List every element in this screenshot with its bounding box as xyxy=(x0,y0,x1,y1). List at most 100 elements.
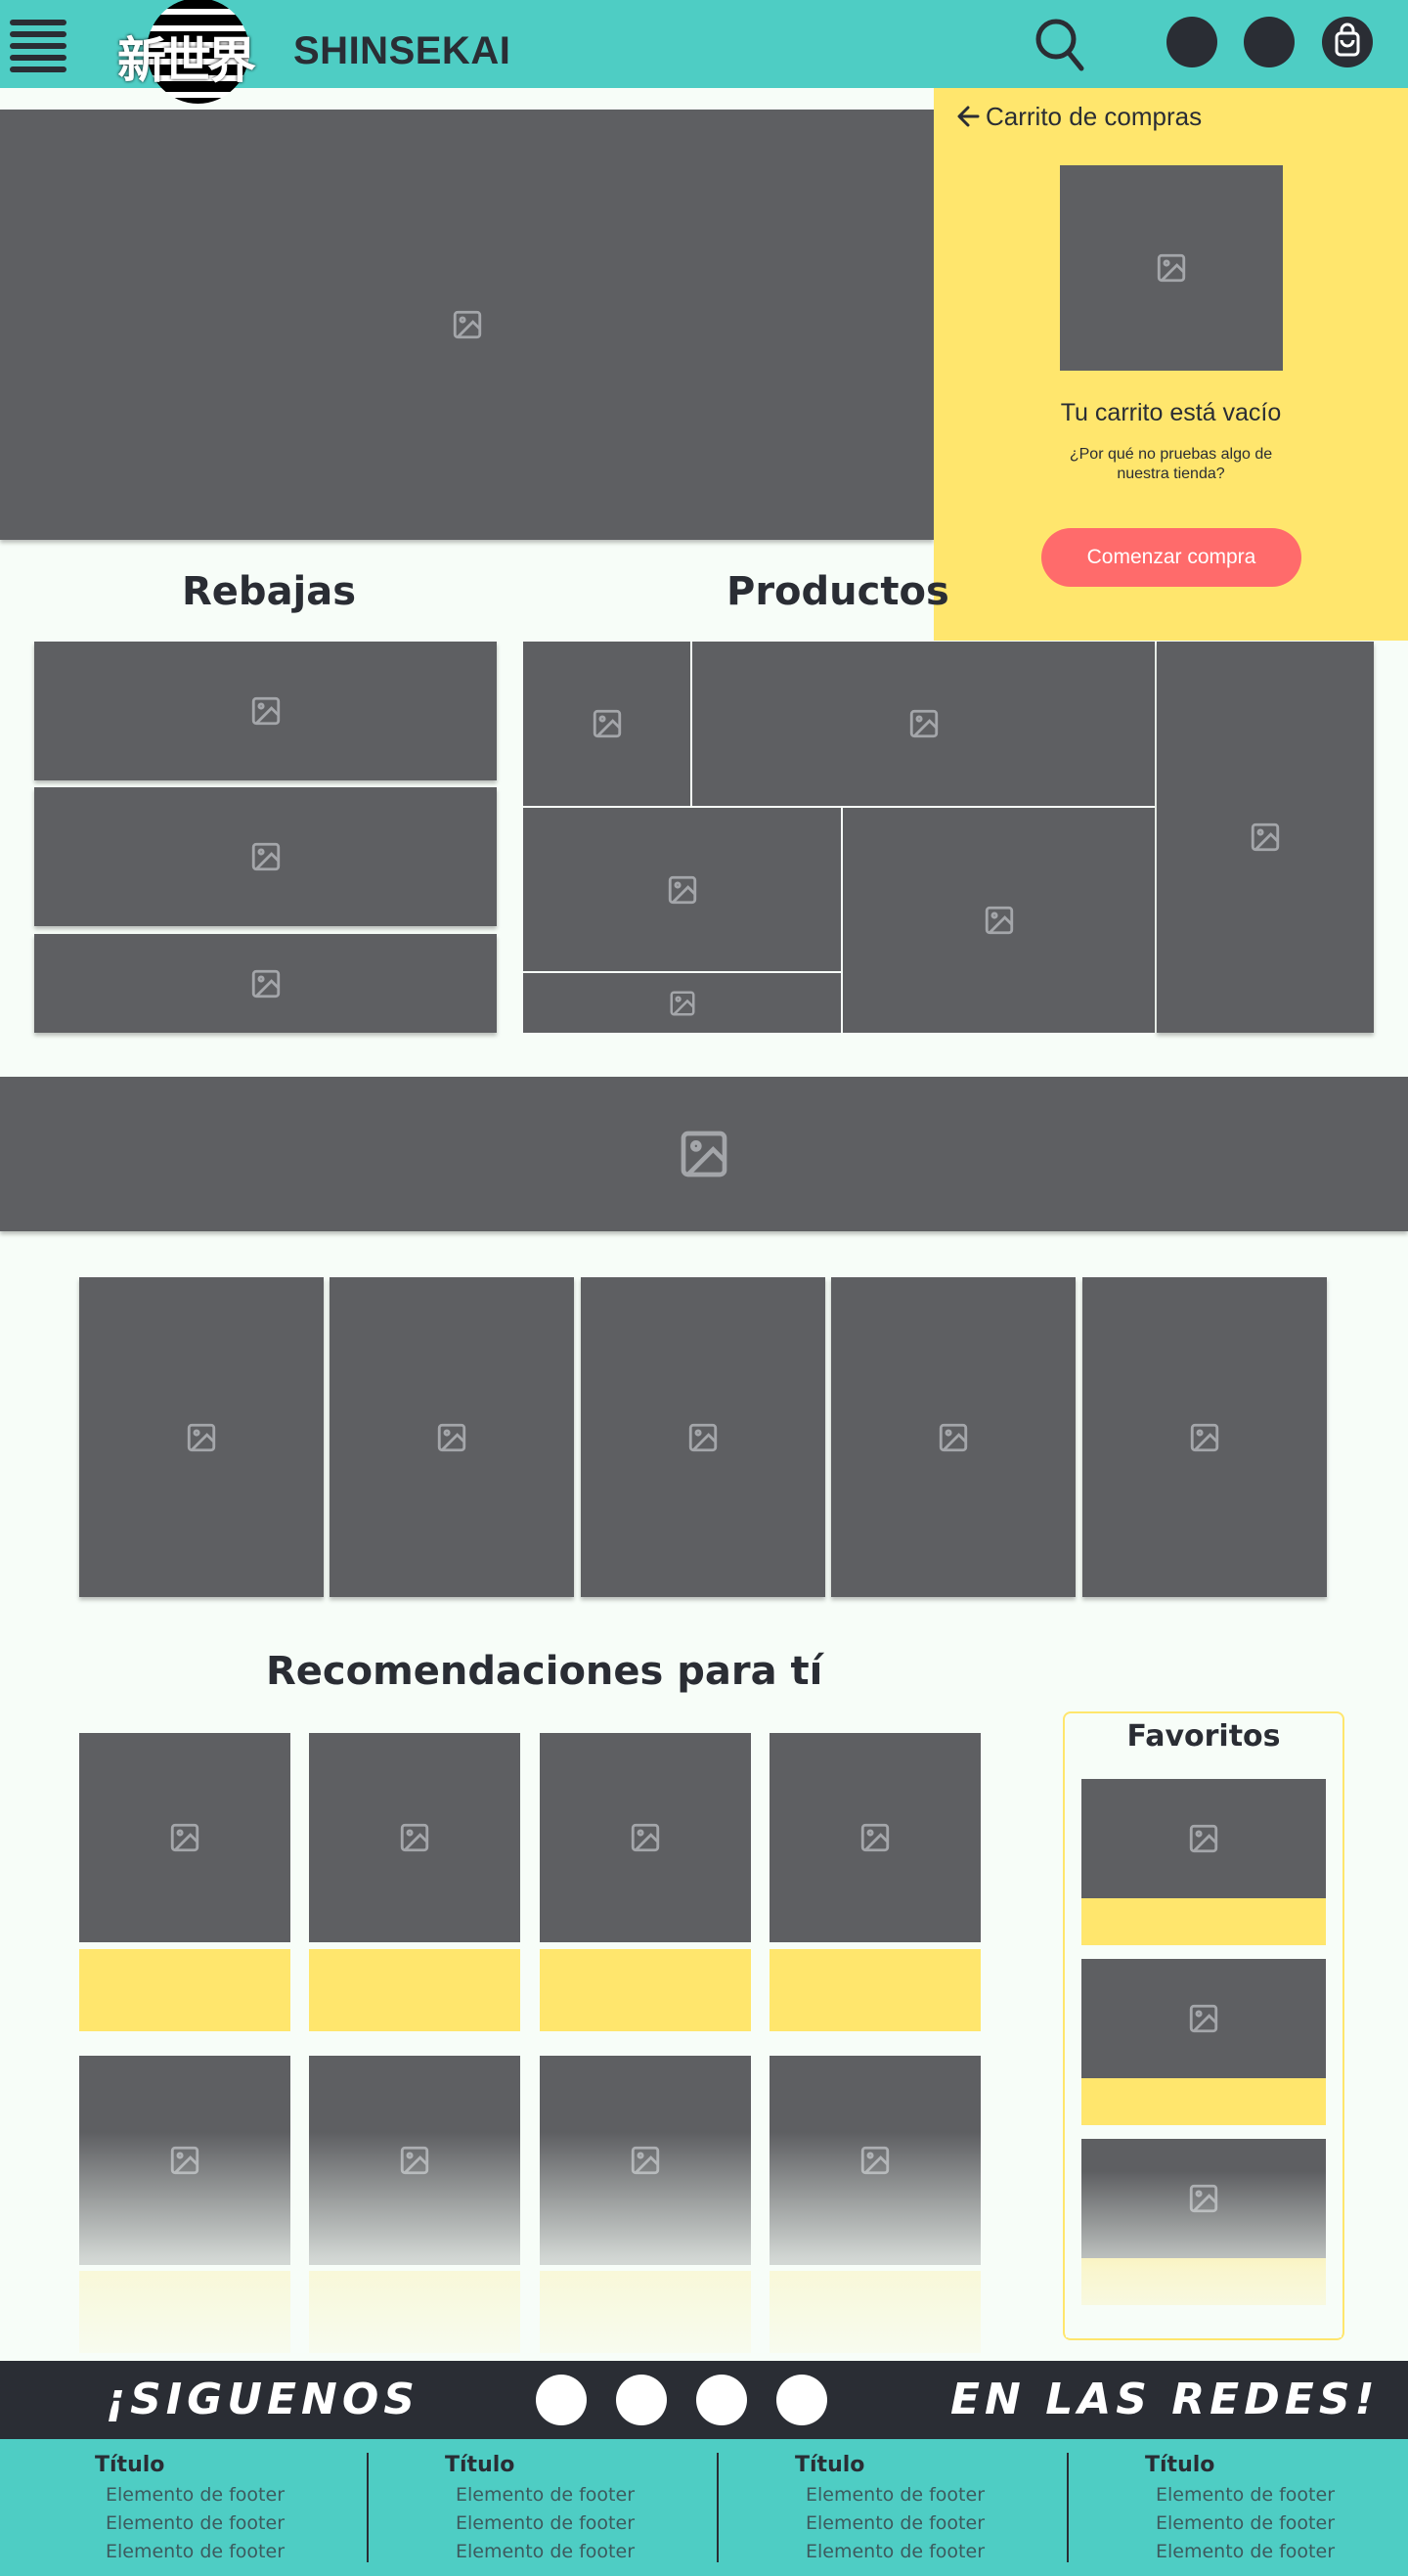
empty-cart-image xyxy=(1060,165,1283,371)
image-icon xyxy=(437,1423,466,1451)
footer-link[interactable]: Elemento de footer xyxy=(806,2541,985,2562)
recommendation-info[interactable] xyxy=(309,1949,520,2031)
category-card[interactable] xyxy=(1082,1277,1327,1597)
recommendation-card[interactable] xyxy=(309,1733,520,1942)
image-icon xyxy=(681,1131,727,1177)
footer-divider xyxy=(717,2453,719,2562)
cart-empty-title: Tu carrito está vacío xyxy=(1060,399,1282,426)
category-card[interactable] xyxy=(831,1277,1076,1597)
social-icon[interactable] xyxy=(616,2375,667,2425)
social-icon[interactable] xyxy=(536,2375,587,2425)
recommendation-card[interactable] xyxy=(770,1733,981,1942)
image-icon xyxy=(251,696,280,726)
recommendation-info[interactable] xyxy=(540,2271,751,2353)
recommendation-info[interactable] xyxy=(79,1949,290,2031)
image-icon xyxy=(251,969,280,998)
recommendation-card[interactable] xyxy=(540,1733,751,1942)
footer-link[interactable]: Elemento de footer xyxy=(1156,2484,1335,2506)
recommendation-info[interactable] xyxy=(770,1949,981,2031)
category-card[interactable] xyxy=(330,1277,574,1597)
recommendation-card[interactable] xyxy=(540,2056,751,2265)
category-card[interactable] xyxy=(79,1277,324,1597)
image-icon xyxy=(1189,1824,1218,1853)
image-icon xyxy=(860,1823,890,1852)
footer-column-title: Título xyxy=(445,2453,515,2477)
recommendations-title: Recomendaciones para tí xyxy=(266,1649,823,1694)
products-title: Productos xyxy=(726,569,949,614)
product-tile[interactable] xyxy=(523,808,841,971)
image-icon xyxy=(170,1823,199,1852)
favorite-info[interactable] xyxy=(1081,2078,1326,2125)
footer-link[interactable]: Elemento de footer xyxy=(806,2484,985,2506)
search-icon[interactable] xyxy=(1034,16,1085,72)
footer-column-title: Título xyxy=(1145,2453,1215,2477)
menu-icon[interactable] xyxy=(10,20,66,74)
logo-text: 新世界 xyxy=(117,32,256,89)
footer-link[interactable]: Elemento de footer xyxy=(1156,2512,1335,2534)
social-icon[interactable] xyxy=(776,2375,827,2425)
promo-banner[interactable] xyxy=(0,1077,1408,1231)
footer-link[interactable]: Elemento de footer xyxy=(106,2484,285,2506)
image-icon xyxy=(1157,253,1186,283)
favorite-info[interactable] xyxy=(1081,1898,1326,1945)
start-shopping-button[interactable]: Comenzar compra xyxy=(1041,528,1301,587)
footer-link[interactable]: Elemento de footer xyxy=(106,2512,285,2534)
image-icon xyxy=(400,1823,429,1852)
product-tile[interactable] xyxy=(523,642,690,806)
image-icon xyxy=(1189,2184,1218,2213)
product-tile[interactable] xyxy=(523,973,841,1033)
image-icon xyxy=(668,875,696,904)
footer-divider xyxy=(1067,2453,1069,2562)
sale-card[interactable] xyxy=(34,642,497,780)
image-icon xyxy=(1251,822,1280,852)
recommendation-card[interactable] xyxy=(79,1733,290,1942)
footer-column-title: Título xyxy=(795,2453,865,2477)
image-icon xyxy=(909,709,938,738)
favorite-card[interactable] xyxy=(1081,1779,1326,1898)
favorite-card[interactable] xyxy=(1081,2139,1326,2258)
recommendation-card[interactable] xyxy=(79,2056,290,2265)
follow-left-text: ¡SIGUENOS xyxy=(106,2375,419,2424)
social-icon[interactable] xyxy=(696,2375,747,2425)
recommendation-info[interactable] xyxy=(79,2271,290,2353)
category-card[interactable] xyxy=(581,1277,825,1597)
image-icon xyxy=(1189,2004,1218,2033)
recommendation-card[interactable] xyxy=(770,2056,981,2265)
image-icon xyxy=(631,2146,660,2175)
favorites-icon[interactable] xyxy=(1244,17,1295,67)
footer-link[interactable]: Elemento de footer xyxy=(806,2512,985,2534)
product-tile[interactable] xyxy=(692,642,1155,806)
hero-banner[interactable] xyxy=(0,110,934,540)
image-icon xyxy=(670,991,694,1015)
image-icon xyxy=(860,2146,890,2175)
recommendation-info[interactable] xyxy=(309,2271,520,2353)
favorite-info[interactable] xyxy=(1081,2258,1326,2305)
account-icon[interactable] xyxy=(1166,17,1217,67)
recommendation-info[interactable] xyxy=(770,2271,981,2353)
sales-title: Rebajas xyxy=(182,569,357,614)
sale-card[interactable] xyxy=(34,934,497,1033)
cart-icon[interactable] xyxy=(1322,17,1373,67)
image-icon xyxy=(453,310,481,339)
image-icon xyxy=(170,2146,199,2175)
footer-link[interactable]: Elemento de footer xyxy=(106,2541,285,2562)
recommendation-card[interactable] xyxy=(309,2056,520,2265)
image-icon xyxy=(631,1823,660,1852)
footer-link[interactable]: Elemento de footer xyxy=(1156,2541,1335,2562)
sale-card[interactable] xyxy=(34,787,497,926)
image-icon xyxy=(593,709,621,738)
favorite-card[interactable] xyxy=(1081,1959,1326,2078)
image-icon xyxy=(251,842,280,871)
product-tile[interactable] xyxy=(843,808,1155,1033)
footer-link[interactable]: Elemento de footer xyxy=(456,2541,635,2562)
footer-link[interactable]: Elemento de footer xyxy=(456,2512,635,2534)
cart-title: Carrito de compras xyxy=(986,102,1203,131)
favorites-title: Favoritos xyxy=(1126,1719,1281,1754)
footer-link[interactable]: Elemento de footer xyxy=(456,2484,635,2506)
brand-name[interactable]: SHINSEKAI xyxy=(293,29,510,73)
recommendation-info[interactable] xyxy=(540,1949,751,2031)
product-tile[interactable] xyxy=(1157,642,1374,1033)
image-icon xyxy=(985,906,1013,935)
cart-empty-subtitle: ¿Por qué no pruebas algo de nuestra tien… xyxy=(1069,446,1273,482)
back-arrow-icon[interactable] xyxy=(956,104,982,129)
